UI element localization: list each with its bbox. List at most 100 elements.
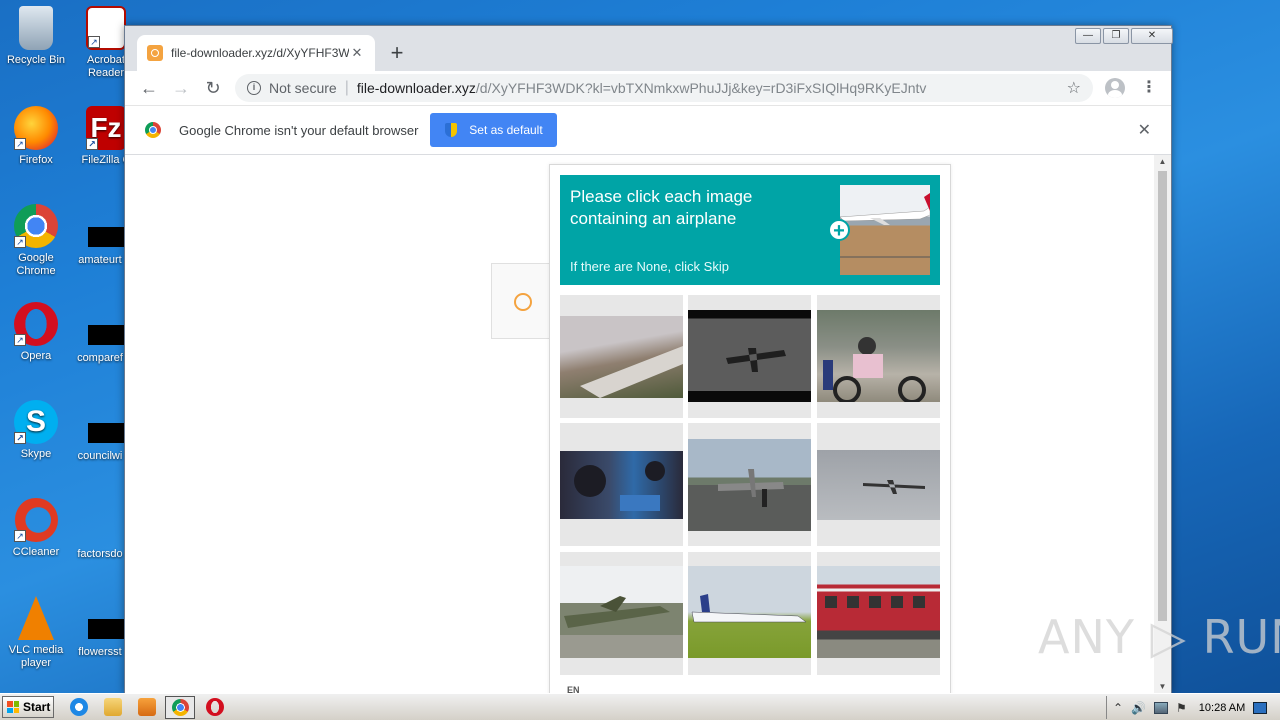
captcha-tile-3[interactable]: [817, 295, 940, 418]
desktop-icon-comparef[interactable]: comparef: [70, 352, 130, 365]
site-favicon-icon: [147, 45, 163, 61]
tab-file-downloader[interactable]: file-downloader.xyz/d/XyYFHF3WDK ✕: [137, 35, 375, 71]
forward-button[interactable]: →: [165, 78, 197, 99]
desktop-icon-councilwi[interactable]: councilwi: [70, 450, 130, 463]
scroll-up-arrow-icon[interactable]: ▲: [1154, 157, 1171, 166]
profile-avatar-icon[interactable]: [1105, 78, 1125, 98]
clock[interactable]: 10:28 AM: [1199, 702, 1245, 714]
desktop-icon-google-chrome[interactable]: ↗ Google Chrome: [0, 204, 72, 278]
uac-shield-icon: [445, 123, 458, 137]
tile-image-motocross: [817, 310, 940, 404]
browser-toolbar: ← → ↻ i Not secure | file-downloader.xyz…: [125, 71, 1171, 105]
desktop-icon-label: comparef: [77, 352, 123, 364]
bookmark-star-icon[interactable]: ☆: [1067, 78, 1081, 98]
new-tab-button[interactable]: +: [385, 40, 409, 66]
desktop-icon-ccleaner[interactable]: ↗ CCleaner: [0, 498, 72, 559]
desktop-icon-firefox[interactable]: ↗ Firefox: [0, 106, 72, 167]
window-controls: — ❐ ✕: [1075, 28, 1173, 44]
system-tray: ⌃ 🔊 ⚑ 10:28 AM: [1106, 696, 1280, 719]
shortcut-arrow-icon: ↗: [14, 334, 26, 346]
captcha-tile-9[interactable]: [817, 552, 940, 675]
shortcut-arrow-icon: ↗: [86, 138, 98, 150]
address-bar[interactable]: i Not secure | file-downloader.xyz /d/Xy…: [235, 74, 1093, 102]
tile-image-jumbo-jet: [688, 566, 811, 658]
desktop-icon-recycle-bin[interactable]: Recycle Bin: [0, 6, 72, 67]
captcha-tile-8[interactable]: [688, 552, 811, 675]
tab-close-icon[interactable]: ✕: [349, 45, 365, 61]
example-airplane-image: [840, 185, 930, 275]
chrome-taskbar-icon: [172, 699, 189, 716]
captcha-tile-5[interactable]: [688, 423, 811, 546]
desktop-icon-label: factorsdo: [77, 548, 123, 560]
tile-image-crowd: [560, 451, 683, 519]
action-center-flag-icon[interactable]: ⚑: [1176, 701, 1187, 715]
shortcut-arrow-icon: ↗: [14, 432, 26, 444]
captcha-checkbox-anchor[interactable]: [491, 263, 561, 339]
network-icon[interactable]: [1154, 701, 1169, 714]
desktop-icon-opera[interactable]: ↗ Opera: [0, 302, 72, 363]
tile-image-prop-plane: [688, 439, 811, 531]
show-desktop-icon[interactable]: [1253, 701, 1268, 714]
captcha-tile-7[interactable]: [560, 552, 683, 675]
browser-window: file-downloader.xyz/d/XyYFHF3WDK ✕ + — ❐…: [124, 25, 1173, 693]
desktop-icon-factorsdo[interactable]: factorsdo: [70, 548, 130, 561]
opera-taskbar-icon[interactable]: [206, 698, 224, 716]
captcha-tile-6[interactable]: [817, 423, 940, 546]
media-player-taskbar-icon[interactable]: [138, 698, 156, 716]
info-icon[interactable]: i: [247, 81, 261, 95]
skype-icon: S ↗: [14, 400, 58, 444]
scroll-down-arrow-icon[interactable]: ▼: [1154, 682, 1171, 691]
taskbar: Start ⌃ 🔊 ⚑ 10:28 AM: [0, 693, 1280, 720]
chrome-menu-button[interactable]: ⋮: [1141, 77, 1157, 97]
desktop-icon-label: Recycle Bin: [6, 54, 66, 66]
desktop-icon-amateurt[interactable]: amateurt: [70, 254, 130, 267]
url-host: file-downloader.xyz: [356, 80, 476, 96]
tile-image-train: [817, 566, 940, 658]
reload-button[interactable]: ↻: [197, 78, 229, 99]
loading-ring-icon: [514, 293, 532, 311]
default-browser-infobar: Google Chrome isn't your default browser…: [125, 105, 1171, 155]
set-as-default-button[interactable]: Set as default: [430, 113, 558, 147]
chrome-icon: ↗: [14, 204, 58, 248]
minimize-button[interactable]: —: [1075, 28, 1101, 44]
redacted-icon: [88, 325, 124, 345]
infobar-close-icon[interactable]: ✕: [1138, 120, 1151, 140]
anyrun-watermark: ANY ▷ RUN: [1038, 610, 1280, 664]
tile-image-bw-bomber: [688, 310, 811, 402]
ie-taskbar-icon[interactable]: [70, 698, 88, 716]
close-window-button[interactable]: ✕: [1131, 28, 1173, 44]
url-path: /d/XyYFHF3WDK?kl=vbTXNmkxwPhuJJj&key=rD3…: [475, 80, 927, 96]
captcha-challenge: Please click each image containing an ai…: [549, 164, 951, 693]
captcha-prompt: Please click each image containing an ai…: [560, 175, 940, 285]
firefox-icon: ↗: [14, 106, 58, 150]
start-label: Start: [23, 700, 51, 714]
desktop-icon-skype[interactable]: S ↗ Skype: [0, 400, 72, 461]
captcha-tile-1[interactable]: [560, 295, 683, 418]
restore-button[interactable]: ❐: [1103, 28, 1129, 44]
back-button[interactable]: ←: [133, 78, 165, 99]
tile-image-jet-in-sky: [817, 450, 940, 520]
start-button[interactable]: Start: [2, 696, 54, 718]
captcha-tile-4[interactable]: [560, 423, 683, 546]
desktop-icon-vlc[interactable]: VLC media player: [0, 596, 72, 670]
shortcut-arrow-icon: ↗: [14, 138, 26, 150]
chrome-taskbar-button[interactable]: [165, 696, 195, 719]
desktop-icon-flowersst[interactable]: flowersst: [70, 646, 130, 659]
acrobat-icon: ↗: [86, 6, 126, 50]
language-indicator[interactable]: EN: [567, 685, 580, 693]
scrollbar-thumb[interactable]: [1158, 171, 1167, 621]
desktop-icon-label: Opera: [20, 350, 52, 362]
shortcut-arrow-icon: ↗: [14, 236, 26, 248]
captcha-tile-2[interactable]: [688, 295, 811, 418]
shortcut-arrow-icon: ↗: [88, 36, 100, 48]
explorer-taskbar-icon[interactable]: [104, 698, 122, 716]
redacted-icon: [88, 227, 124, 247]
prompt-skip-hint: If there are None, click Skip: [570, 259, 729, 274]
vlc-cone-icon: [18, 596, 54, 640]
tray-expand-icon[interactable]: ⌃: [1113, 701, 1123, 715]
security-indicator: Not secure: [269, 80, 337, 96]
volume-icon[interactable]: 🔊: [1131, 701, 1146, 715]
redacted-icon: [88, 423, 124, 443]
desktop-icon-label: Skype: [20, 448, 52, 460]
filezilla-icon: Fz ↗: [86, 106, 126, 150]
